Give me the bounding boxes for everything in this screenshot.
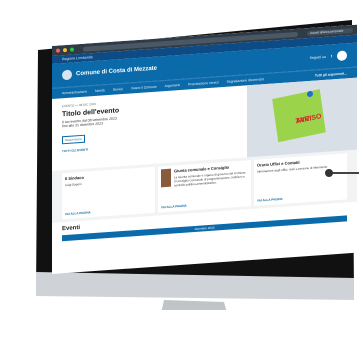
nav-item-segnalazione[interactable]: Segnalazione disservizio [227,77,264,84]
card-sindaco[interactable]: Il Sindaco Luigi Saponi VAI ALLA PAGINA [62,166,155,220]
nav-item-argomenti[interactable]: Argomenti [165,83,180,88]
minimize-dot-icon[interactable] [63,47,67,53]
card-giunta[interactable]: Giunta comunale e Consiglio La Giunta co… [158,160,251,213]
nav-item-prenotazione[interactable]: Prenotazione servizi [188,80,219,86]
postit-note: AVVISO TARI [272,89,326,143]
postit-line-2: TARI [295,115,312,126]
screen: Accedi all'area personale Regione Lombar… [52,24,357,275]
municipal-crest-icon [62,69,72,81]
site-title[interactable]: Comune di Costa di Mezzate [76,66,157,78]
callout-dot-icon [325,169,333,177]
monitor: Accedi all'area personale Regione Lombar… [14,10,363,310]
search-icon[interactable] [337,50,347,62]
card-link[interactable]: VAI ALLA PAGINA [257,197,283,203]
nav-item-amministrazione[interactable]: Amministrazione [62,90,87,96]
card-orari[interactable]: Orario Uffici e Contatti Informazioni su… [254,153,347,206]
read-more-button[interactable]: Scopri di più [62,134,85,145]
mayor-portrait [161,168,171,188]
follow-label: Seguici su [309,54,326,60]
hero-text-block: EVENTO — 08 DIC 2023 Titolo dell'evento … [52,85,247,171]
all-events-link[interactable]: TUTTI GLI EVENTI [62,137,237,153]
hero-description: Il tuo evento dal 08 settembre 2023 fino… [62,116,117,129]
facebook-icon[interactable]: f [331,54,332,58]
nav-item-all-topics[interactable]: Tutti gli argomenti... [315,71,347,77]
nav-item-novita[interactable]: Novità [95,88,105,93]
card-link[interactable]: VAI ALLA PAGINA [65,210,91,216]
nav-item-vivere[interactable]: Vivere il Comune [131,85,157,91]
callout-line [331,172,359,174]
hero-image: AVVISO TARI [247,77,357,158]
card-link[interactable]: VAI ALLA PAGINA [161,204,187,210]
nav-item-servizi[interactable]: Servizi [113,87,123,92]
maximize-dot-icon[interactable] [70,47,74,52]
close-dot-icon[interactable] [56,48,60,53]
header-right: Seguici su f [310,50,347,63]
